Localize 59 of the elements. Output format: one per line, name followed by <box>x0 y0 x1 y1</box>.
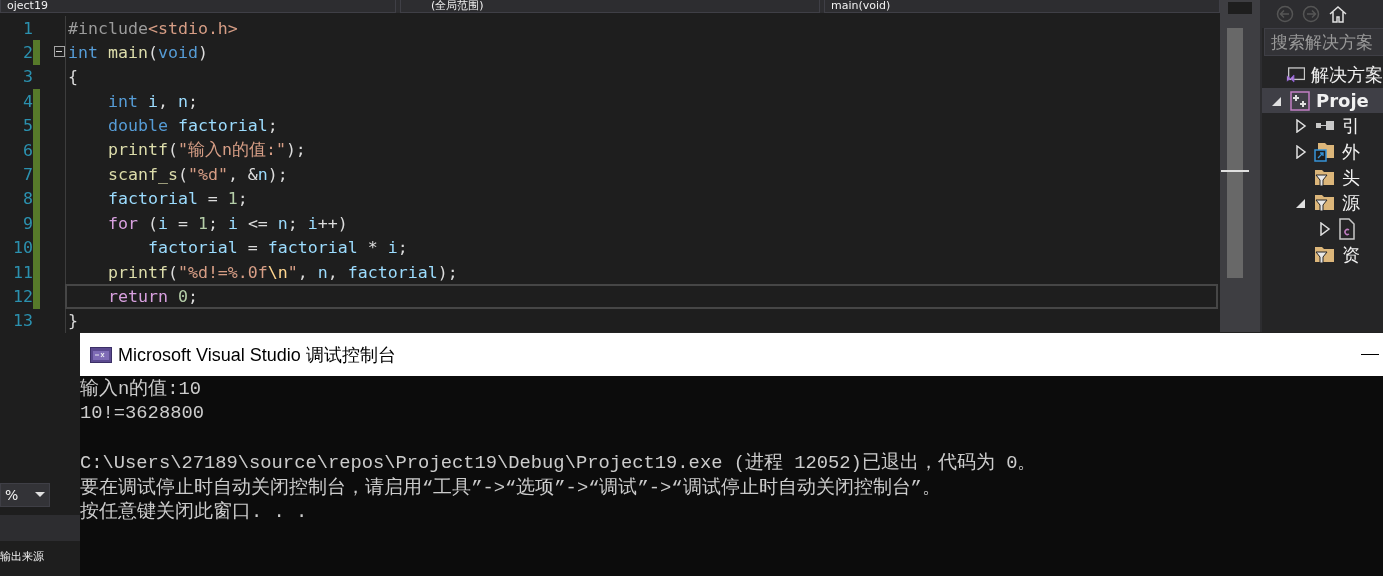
line-number: 10 <box>12 238 33 258</box>
line-number: 9 <box>22 213 33 233</box>
line-number: 6 <box>22 140 33 160</box>
filter-folder-icon <box>1314 193 1336 214</box>
folder-icon <box>1314 141 1336 162</box>
console-line: 输入n的值:10 <box>80 377 202 402</box>
collapsed-arrow-icon[interactable] <box>1319 221 1331 236</box>
filter-folder-icon <box>1314 167 1336 188</box>
code-line: int main(void) <box>68 43 208 63</box>
code-line: factorial = factorial * i; <box>146 238 408 258</box>
console-line: 10!=3628800 <box>80 401 204 427</box>
navigation-dropdown[interactable]: oject19 <box>0 0 396 13</box>
code-line: factorial = 1; <box>106 189 248 209</box>
line-number: 1 <box>22 18 33 38</box>
filter-folder-icon <box>1314 244 1336 265</box>
code-line: #include<stdio.h> <box>68 18 238 38</box>
line-number: 8 <box>22 189 33 209</box>
search-field[interactable]: 搜索解决方案 <box>1264 28 1383 56</box>
code-line: return 0; <box>106 287 198 306</box>
code-line: scanf_s("%d", &n); <box>106 165 288 185</box>
line-number: 12 <box>12 287 33 306</box>
navigation-dropdown[interactable]: (全局范围) <box>400 0 820 13</box>
collapsed-arrow-icon[interactable] <box>1295 119 1307 134</box>
caret-icon <box>35 492 45 499</box>
code-line: printf("输入n的值:"); <box>106 139 306 162</box>
tree-item[interactable]: 资 <box>1262 241 1383 268</box>
tree-item[interactable]: 引 <box>1262 113 1383 140</box>
code-line: int i, n; <box>106 91 198 111</box>
line-number: 4 <box>22 91 33 111</box>
tree-item[interactable]: Proje <box>1262 87 1383 114</box>
console-line: 按任意键关闭此窗口. . . <box>80 499 308 525</box>
line-number: 11 <box>12 262 33 282</box>
code-line: { <box>68 67 78 87</box>
tree-item[interactable]: 头 <box>1262 164 1383 191</box>
tree-item[interactable]: 解决方案 <box>1262 62 1383 88</box>
zoom-dropdown[interactable]: % <box>0 483 50 508</box>
window-title: Microsoft Visual Studio 调试控制台 <box>118 343 397 367</box>
code-line: double factorial; <box>106 116 278 136</box>
code-line: } <box>68 311 78 331</box>
code-line: for (i = 1; i <= n; i++) <box>106 213 348 233</box>
output-source-label: 输出来源 <box>0 549 45 565</box>
collapse-icon[interactable] <box>53 46 65 58</box>
console-line: 要在调试停止时自动关闭控制台，请启用“工具”->“选项”->“调试”->“调试停止时自动关闭控制台”。 <box>80 475 941 500</box>
solution-icon <box>1285 65 1305 84</box>
c-file-icon <box>1338 217 1356 240</box>
code-line: printf("%d!=%.0f\n", n, factorial); <box>106 262 458 282</box>
line-number: 7 <box>22 165 33 185</box>
tree-item[interactable]: 外 <box>1262 139 1383 165</box>
line-number: 2 <box>22 43 33 63</box>
line-number: 3 <box>22 67 33 87</box>
collapsed-arrow-icon[interactable] <box>1295 144 1307 159</box>
console-line: C:\Users\27189\source\repos\Project19\Debug\Project19.exe (进程 12052)已退出，代码为 0。 <box>80 451 1037 476</box>
line-number: 13 <box>12 311 33 331</box>
console-app-icon <box>90 346 112 363</box>
line-number: 5 <box>22 116 33 136</box>
navigation-dropdown[interactable]: main(void) <box>824 0 1220 13</box>
tree-item[interactable]: 源 <box>1262 190 1383 217</box>
project-icon <box>1290 90 1310 111</box>
home-icon[interactable] <box>1328 5 1348 23</box>
